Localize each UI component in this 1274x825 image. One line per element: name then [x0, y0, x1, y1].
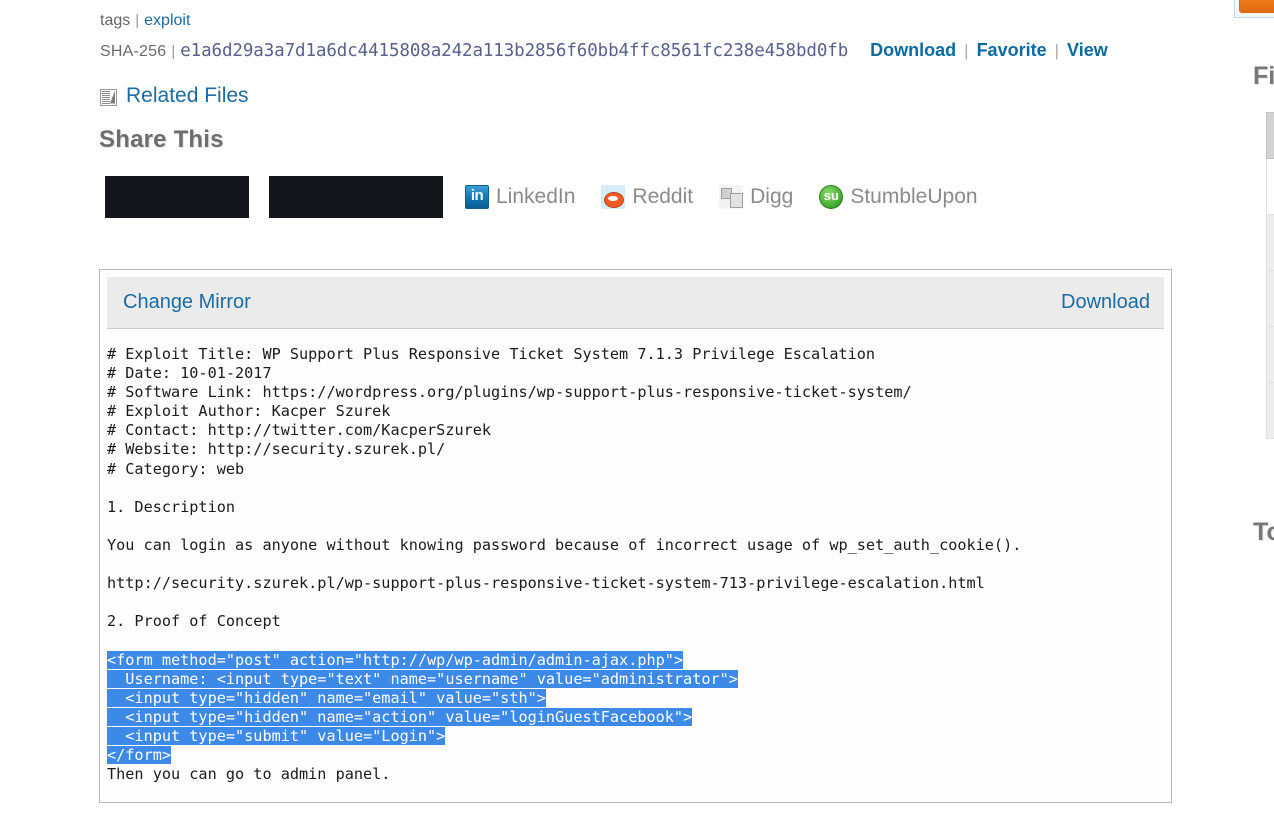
tags-label: tags: [100, 12, 131, 29]
share-linkedin-button[interactable]: LinkedIn: [465, 185, 575, 209]
share-stumbleupon-label: StumbleUpon: [850, 185, 978, 208]
digg-icon: [719, 185, 744, 209]
exploit-source-text[interactable]: # Exploit Title: WP Support Plus Respons…: [107, 345, 1171, 784]
top-authors-heading: Top Authors: [1253, 518, 1274, 546]
reddit-icon: [601, 185, 626, 209]
calendar-cell-empty: [1266, 158, 1274, 215]
download-link[interactable]: Download: [870, 40, 956, 61]
action-separator-2: |: [1054, 41, 1060, 60]
main-content-column: tags | exploit SHA-256 | e1a6d29a3a7d1a6…: [0, 0, 1185, 825]
code-selected-line-0: <form method="post" action="http://wp/wp…: [107, 650, 684, 669]
share-this-heading: Share This: [99, 126, 224, 153]
code-selected-line-4: <input type="submit" value="Login">: [107, 726, 446, 745]
broken-image-icon: [100, 88, 117, 106]
file-archive-calendar: Su 7 14 21: [1266, 112, 1274, 439]
code-selected-line-5: </form>: [107, 745, 172, 764]
change-mirror-link[interactable]: Change Mirror: [123, 291, 251, 314]
calendar-row: [1266, 158, 1274, 215]
sha256-separator: |: [171, 43, 176, 60]
file-metadata: tags | exploit SHA-256 | e1a6d29a3a7d1a6…: [100, 8, 1175, 61]
sidebar-promo-button[interactable]: [1239, 0, 1274, 13]
action-separator-1: |: [964, 41, 969, 60]
calendar-cell-day[interactable]: 28: [1266, 382, 1274, 439]
code-body[interactable]: # Exploit Title: WP Support Plus Respons…: [100, 329, 1171, 803]
calendar-row: 14: [1266, 270, 1274, 327]
right-sidebar: File Archive Su 7 14: [1185, 0, 1274, 825]
related-files-row[interactable]: Related Files: [100, 84, 249, 108]
share-linkedin-label: LinkedIn: [496, 185, 576, 208]
share-digg-button[interactable]: Digg: [719, 185, 793, 209]
linkedin-icon: [465, 185, 489, 209]
share-digg-label: Digg: [750, 185, 794, 208]
calendar-row: 7: [1266, 214, 1274, 271]
calendar-col-su: Su: [1266, 112, 1274, 159]
facebook-share-button[interactable]: [105, 176, 249, 218]
related-files-link[interactable]: Related Files: [126, 84, 249, 108]
share-reddit-label: Reddit: [632, 185, 694, 208]
sha256-row: SHA-256 | e1a6d29a3a7d1a6dc4415808a242a1…: [100, 40, 1175, 61]
code-panel-header: Change Mirror Download: [107, 277, 1164, 329]
code-selected-line-2: <input type="hidden" name="email" value=…: [107, 688, 546, 707]
code-selected-line-1: Username: <input type="text" name="usern…: [107, 669, 738, 688]
tag-link-exploit[interactable]: exploit: [144, 8, 190, 34]
file-action-links: Download | Favorite | View: [870, 40, 1108, 61]
calendar-cell-day[interactable]: 14: [1266, 270, 1274, 327]
calendar-cell-day[interactable]: 7: [1266, 214, 1274, 271]
view-link[interactable]: View: [1067, 40, 1108, 61]
file-archive-heading: File Archive: [1253, 62, 1274, 90]
calendar-cell-day[interactable]: 21: [1266, 326, 1274, 383]
sha256-value: e1a6d29a3a7d1a6dc4415808a242a113b2856f60…: [180, 41, 849, 61]
calendar-row: 28: [1266, 382, 1274, 439]
tags-separator: |: [135, 12, 140, 29]
share-stumbleupon-button[interactable]: StumbleUpon: [819, 185, 978, 209]
source-code-panel: Change Mirror Download # Exploit Title: …: [99, 269, 1172, 804]
tags-row: tags | exploit: [100, 8, 1175, 34]
sidebar-promo-box: [1234, 0, 1274, 18]
stumbleupon-icon: [819, 185, 844, 209]
code-plain-before: # Exploit Title: WP Support Plus Respons…: [107, 345, 1022, 631]
social-share-row: LinkedIn Reddit Digg StumbleUpon: [105, 176, 1004, 218]
favorite-link[interactable]: Favorite: [977, 40, 1047, 61]
calendar-row: 21: [1266, 326, 1274, 383]
calendar-header-row: Su: [1266, 112, 1274, 159]
code-selected-line-3: <input type="hidden" name="action" value…: [107, 707, 693, 726]
code-plain-after: Then you can go to admin panel.: [107, 765, 391, 784]
twitter-share-button[interactable]: [269, 176, 443, 218]
share-reddit-button[interactable]: Reddit: [601, 185, 693, 209]
sha256-label: SHA-256: [100, 43, 167, 60]
page-root: tags | exploit SHA-256 | e1a6d29a3a7d1a6…: [0, 0, 1274, 825]
code-download-link[interactable]: Download: [1061, 291, 1150, 314]
